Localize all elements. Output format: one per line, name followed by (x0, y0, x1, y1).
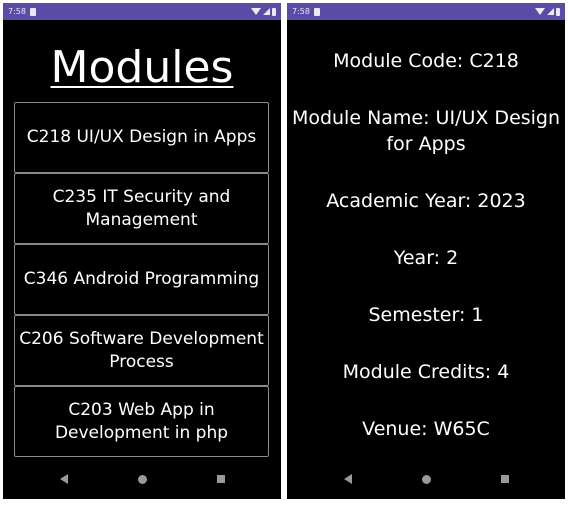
module-item-label: C218 UI/UX Design in Apps (26, 127, 257, 147)
module-item-label: C203 Web App in Development in php (54, 399, 229, 443)
status-bar: 7:58 (287, 3, 565, 20)
recent-apps-icon[interactable] (500, 475, 509, 483)
module-item-c206[interactable]: C206 Software Development Process (14, 315, 269, 386)
module-credits: Module Credits: 4 (342, 361, 510, 383)
signal-icon (547, 8, 554, 15)
module-code: Module Code: C218 (333, 50, 519, 72)
module-item-c235[interactable]: C235 IT Security and Management (14, 173, 269, 244)
module-details: Module Code: C218 Module Name: UI/UX Des… (287, 48, 565, 473)
module-list: C218 UI/UX Design in Apps C235 IT Securi… (14, 102, 269, 457)
module-item-label: C235 IT Security and Management (52, 186, 231, 230)
wifi-icon (251, 8, 261, 15)
recent-apps-icon[interactable] (216, 475, 225, 483)
module-detail-screen: 7:58 Module Code: C218 Module Name: UI/U… (287, 3, 565, 499)
status-icons (535, 7, 560, 16)
status-bar: 7:58 (3, 3, 281, 20)
venue: Venue: W65C (362, 418, 490, 440)
page-title-text: Modules (50, 42, 234, 93)
navigation-bar (3, 459, 281, 499)
modules-list-screen: 7:58 Modules C218 UI/UX Design in Apps C… (3, 3, 281, 499)
sim-card-icon (29, 7, 36, 16)
page-title: Modules (3, 44, 281, 92)
signal-icon (263, 8, 270, 15)
module-name: Module Name: UI/UX Design for Apps (291, 107, 561, 155)
module-item-label: C206 Software Development Process (19, 328, 264, 372)
status-time: 7:58 (292, 7, 310, 16)
home-icon[interactable] (421, 474, 431, 484)
back-icon[interactable] (343, 474, 352, 484)
home-icon[interactable] (137, 474, 147, 484)
battery-icon (272, 7, 276, 16)
battery-icon (556, 7, 560, 16)
semester: Semester: 1 (368, 304, 484, 326)
module-item-c218[interactable]: C218 UI/UX Design in Apps (14, 102, 269, 173)
module-item-label: C346 Android Programming (23, 269, 260, 289)
back-icon[interactable] (59, 474, 68, 484)
sim-card-icon (313, 7, 320, 16)
status-time: 7:58 (8, 7, 26, 16)
year: Year: 2 (393, 247, 459, 269)
academic-year: Academic Year: 2023 (326, 190, 526, 212)
status-icons (251, 7, 276, 16)
module-item-c346[interactable]: C346 Android Programming (14, 244, 269, 315)
module-item-c203[interactable]: C203 Web App in Development in php (14, 386, 269, 457)
navigation-bar (287, 459, 565, 499)
wifi-icon (535, 8, 545, 15)
